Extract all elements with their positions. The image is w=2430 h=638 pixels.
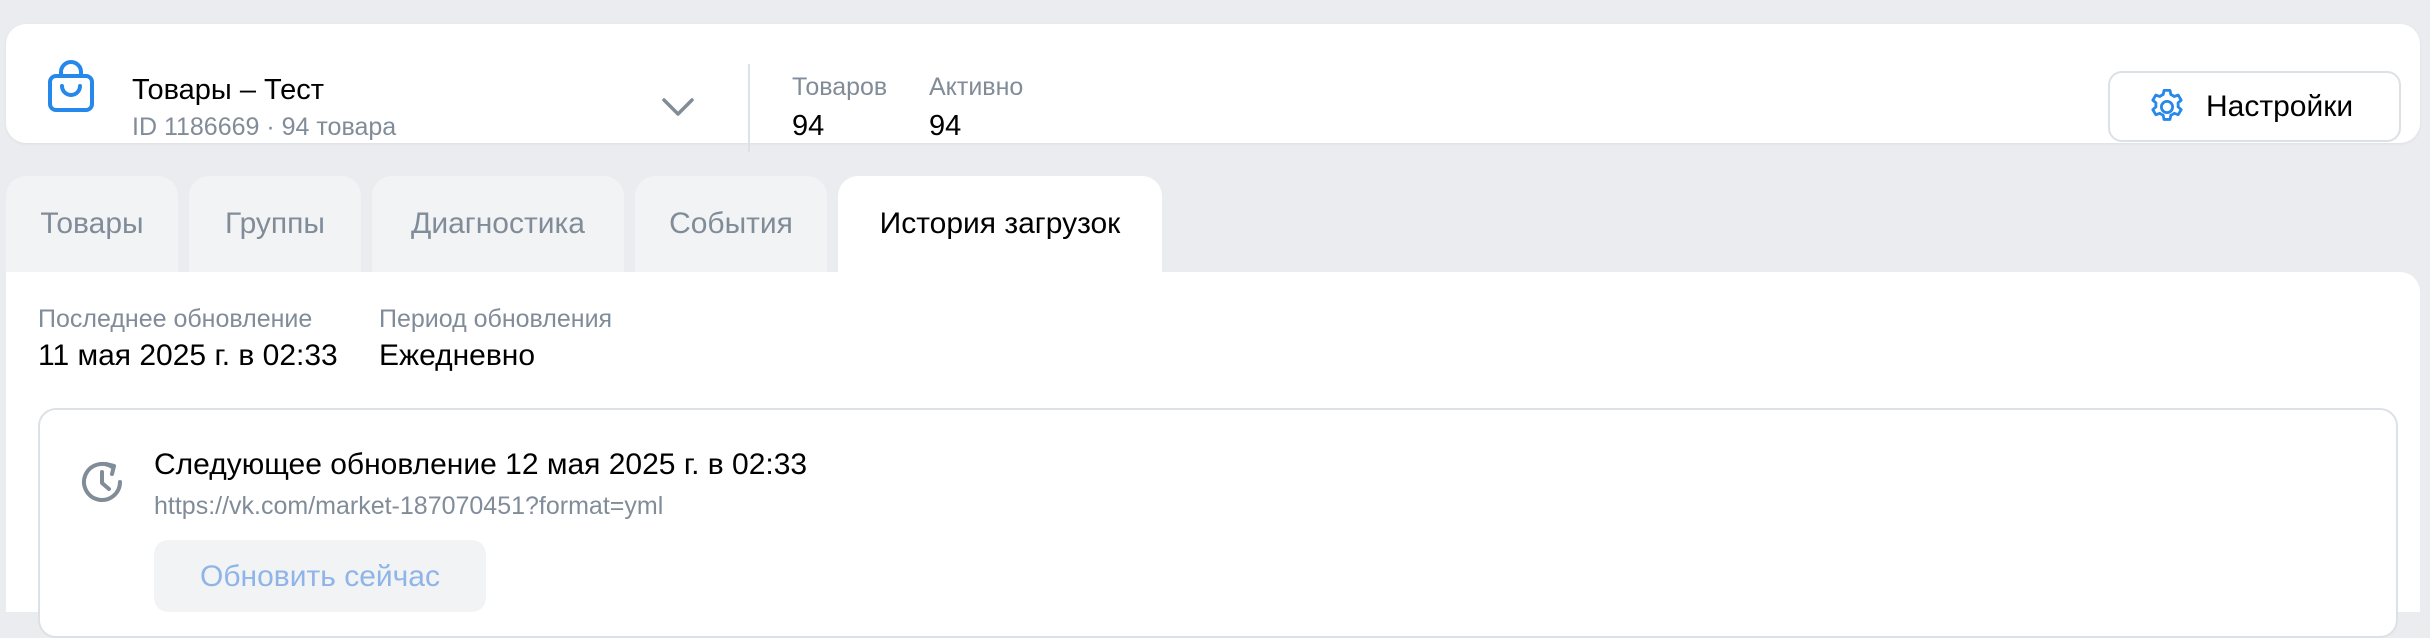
tab-products[interactable]: Товары <box>6 176 178 272</box>
stat-active-label: Активно <box>929 73 1024 101</box>
catalog-meta: ID 1186669 · 94 товара <box>132 113 397 141</box>
last-update-value: 11 мая 2025 г. в 02:33 <box>38 339 338 372</box>
settings-button[interactable]: Настройки <box>2108 71 2401 142</box>
last-update-info: Последнее обновление 11 мая 2025 г. в 02… <box>38 304 338 374</box>
last-update-label: Последнее обновление <box>38 305 313 333</box>
chevron-down-icon[interactable] <box>658 92 698 120</box>
refresh-now-button[interactable]: Обновить сейчас <box>154 540 486 612</box>
next-update-text: Следующее обновление 12 мая 2025 г. в 02… <box>154 448 808 481</box>
settings-button-label: Настройки <box>2206 89 2354 123</box>
stat-products-value: 94 <box>792 110 825 142</box>
catalog-name: Товары – Тест <box>132 74 324 106</box>
clock-refresh-icon <box>82 461 122 502</box>
upload-history-panel: Последнее обновление 11 мая 2025 г. в 02… <box>6 272 2420 638</box>
gear-icon <box>2151 88 2183 121</box>
update-period-info: Период обновления Ежедневно <box>379 304 612 374</box>
feed-url: https://vk.com/market-187070451?format=y… <box>154 492 664 520</box>
stat-active-value: 94 <box>929 110 962 142</box>
tab-diagnostics[interactable]: Диагностика <box>372 176 624 272</box>
stat-active: Активно 94 <box>929 72 1023 144</box>
next-update-card: Следующее обновление 12 мая 2025 г. в 02… <box>38 408 2398 638</box>
shopping-bag-icon <box>48 60 94 112</box>
catalog-header: Товары – Тест ID 1186669 · 94 товара Тов… <box>6 24 2420 152</box>
header-divider <box>748 64 750 152</box>
tab-groups[interactable]: Группы <box>189 176 361 272</box>
tab-events[interactable]: События <box>635 176 827 272</box>
update-period-label: Период обновления <box>379 305 613 333</box>
update-period-value: Ежедневно <box>379 339 536 372</box>
stat-products-label: Товаров <box>792 73 888 101</box>
tab-upload-history[interactable]: История загрузок <box>838 176 1162 272</box>
stat-products: Товаров 94 <box>792 72 887 144</box>
